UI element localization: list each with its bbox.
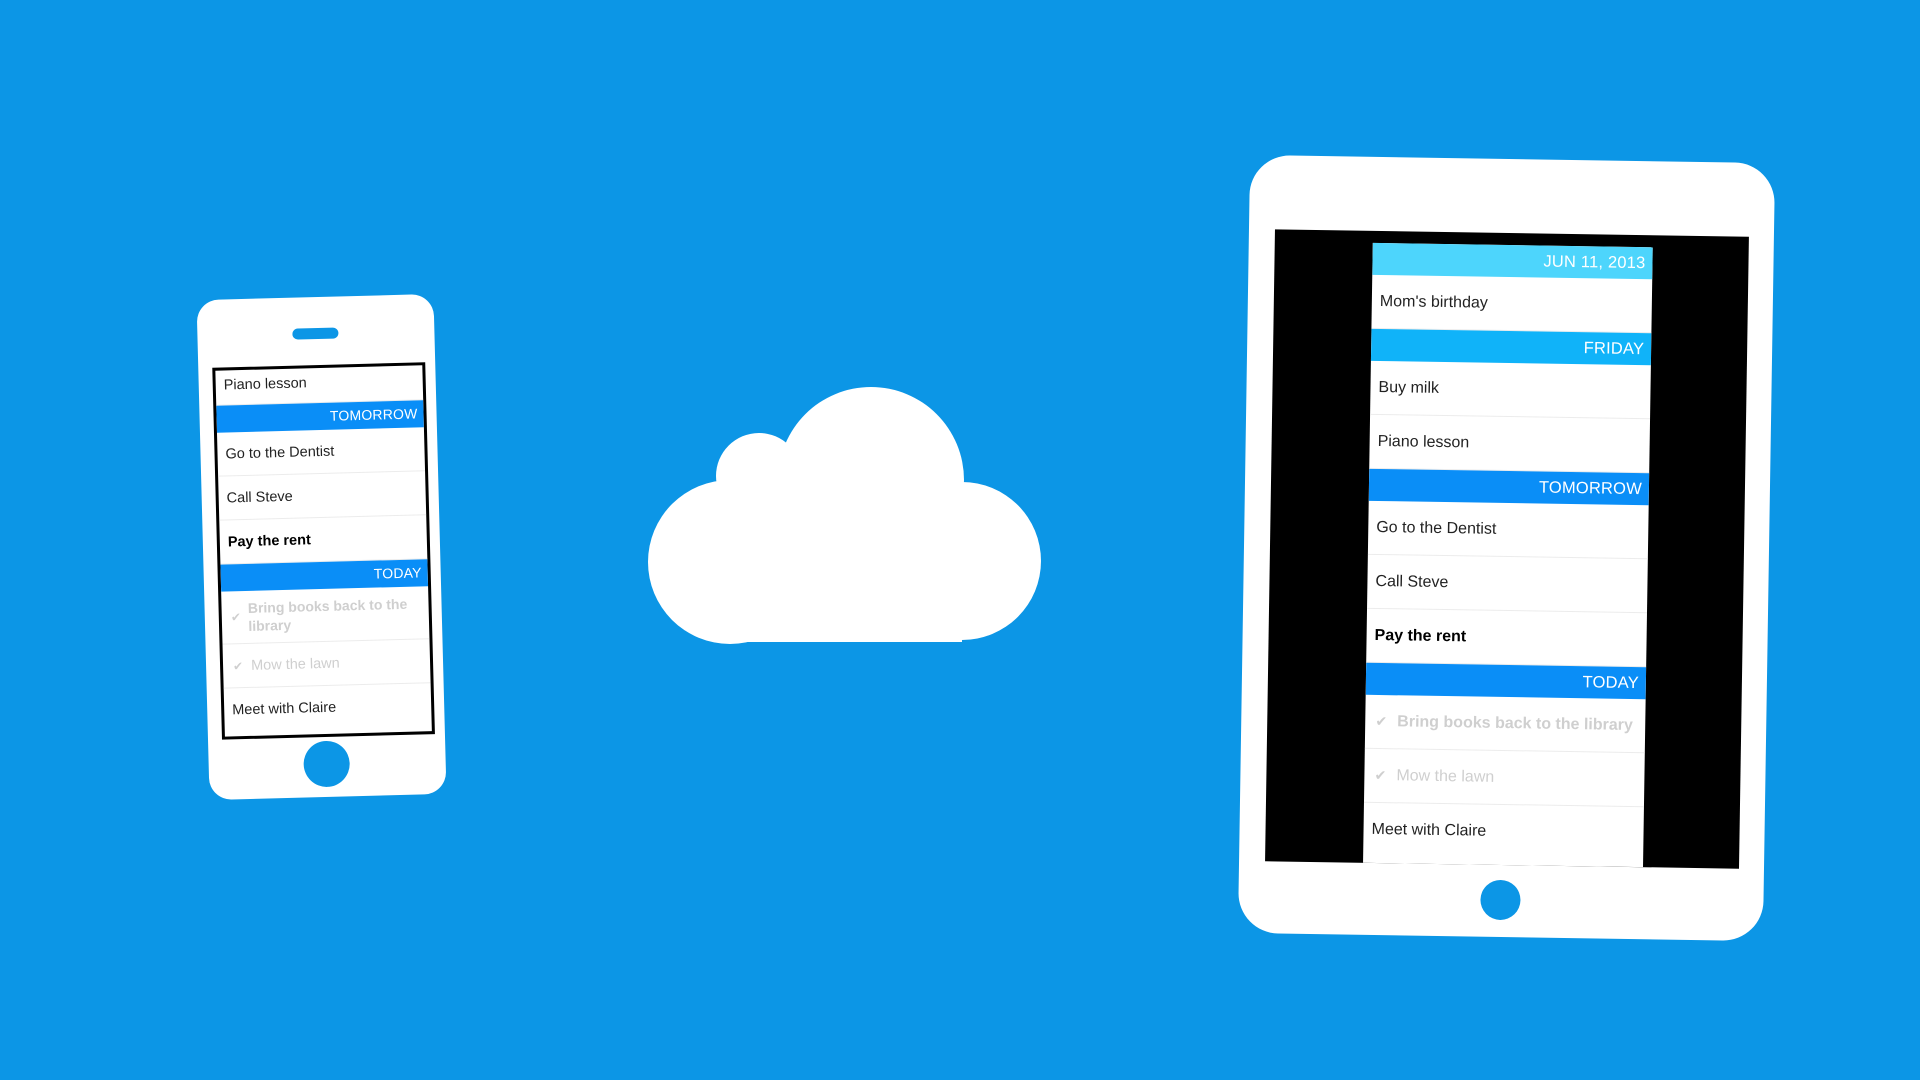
cloud-icon: [648, 387, 1041, 644]
task-item[interactable]: Go to the Dentist: [216, 427, 426, 477]
task-item[interactable]: Buy milk: [1370, 360, 1651, 420]
phone-task-list: Piano lesson TOMORROW Go to the Dentist Cal…: [215, 365, 431, 732]
tablet-task-list: JUN 11, 2013 Mom's birthday FRIDAY Buy milk…: [1363, 242, 1653, 868]
task-item[interactable]: Go to the Dentist: [1367, 500, 1649, 560]
checkmark-icon[interactable]: ✔: [230, 610, 243, 624]
checkmark-icon[interactable]: ✔: [1372, 767, 1388, 784]
task-label: Call Steve: [1375, 572, 1449, 591]
task-label: Bring books back to the library: [1397, 712, 1633, 734]
checkmark-icon[interactable]: ✔: [231, 659, 245, 673]
task-label: Mom's birthday: [1379, 292, 1488, 312]
task-item[interactable]: Meet with Claire: [224, 683, 432, 732]
task-label: Go to the Dentist: [1376, 518, 1497, 538]
phone-home-button[interactable]: [303, 740, 351, 788]
task-label: Go to the Dentist: [225, 443, 335, 462]
task-label: Buy milk: [1378, 378, 1440, 397]
phone-speaker: [292, 327, 339, 340]
task-label: Piano lesson: [223, 375, 307, 394]
task-label: Mow the lawn: [1396, 766, 1495, 786]
task-label: Piano lesson: [1377, 432, 1470, 451]
task-label: Meet with Claire: [232, 699, 337, 719]
section-header: JUN 11, 2013: [1372, 242, 1653, 280]
tablet-device: JUN 11, 2013 Mom's birthday FRIDAY Buy milk…: [1237, 154, 1776, 942]
section-header: TOMORROW: [216, 400, 424, 433]
task-item[interactable]: Call Steve: [218, 471, 427, 521]
task-item[interactable]: Mom's birthday: [1371, 274, 1653, 334]
task-item[interactable]: Piano lesson: [1369, 414, 1651, 474]
section-header: FRIDAY: [1370, 328, 1652, 366]
phone-screen: Piano lesson TOMORROW Go to the Dentist Cal…: [212, 362, 435, 740]
phone-device: Piano lesson TOMORROW Go to the Dentist Cal…: [196, 293, 447, 801]
task-item[interactable]: Pay the rent: [1366, 608, 1647, 668]
task-label: Mow the lawn: [250, 655, 340, 674]
task-label: Bring books back to the library: [247, 595, 408, 634]
tablet-screen: JUN 11, 2013 Mom's birthday FRIDAY Buy milk…: [1265, 229, 1749, 869]
task-item[interactable]: Meet with Claire: [1363, 803, 1644, 861]
section-header: TOMORROW: [1368, 468, 1650, 506]
task-item[interactable]: Call Steve: [1367, 554, 1648, 614]
section-header: TODAY: [1365, 662, 1647, 700]
cloud-base: [730, 490, 962, 642]
task-item[interactable]: Piano lesson: [215, 365, 424, 406]
task-label: Meet with Claire: [1371, 820, 1487, 840]
task-item[interactable]: ✔ Bring books back to the library: [1364, 694, 1646, 754]
section-header: TODAY: [220, 559, 429, 592]
task-item[interactable]: ✔ Bring books back to the library: [221, 586, 430, 645]
task-item[interactable]: ✔ Mow the lawn: [1363, 748, 1645, 808]
tablet-home-button[interactable]: [1480, 879, 1521, 921]
task-item[interactable]: Pay the rent: [219, 515, 428, 565]
task-item[interactable]: ✔ Mow the lawn: [222, 639, 431, 689]
task-label: Call Steve: [226, 488, 293, 506]
checkmark-icon[interactable]: ✔: [1373, 713, 1389, 730]
task-label: Pay the rent: [227, 531, 312, 550]
task-label: Pay the rent: [1374, 626, 1467, 645]
